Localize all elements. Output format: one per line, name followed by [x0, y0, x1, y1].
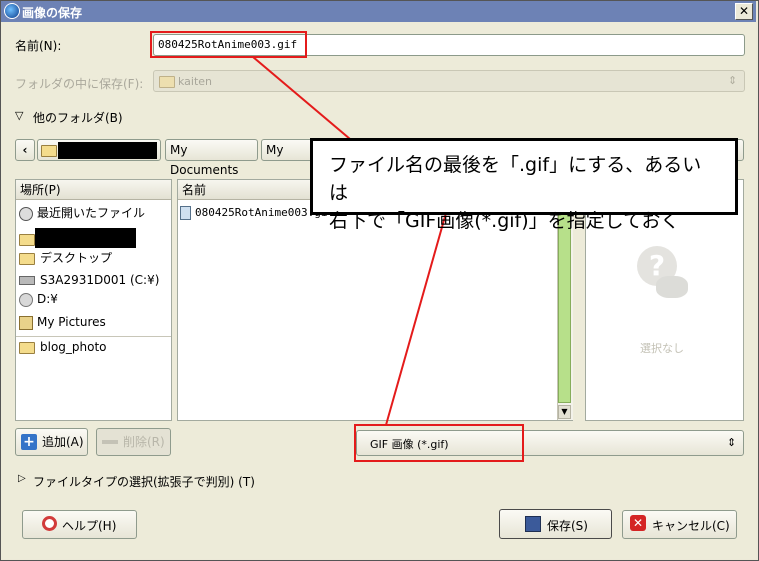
filter-highlight-box [354, 424, 524, 462]
callout-line-2: 右下で「GIF画像(*.gif)」を指定しておく [329, 210, 680, 232]
annotation-lines [252, 56, 447, 426]
callout-line-to-filter [385, 212, 447, 426]
callout-line-1: ファイル名の最後を「.gif」にする、あるいは [329, 154, 702, 204]
filename-highlight-box [150, 31, 307, 58]
instruction-callout: ファイル名の最後を「.gif」にする、あるいは 右下で「GIF画像(*.gif)… [310, 138, 738, 232]
callout-line-to-filename [252, 56, 351, 140]
